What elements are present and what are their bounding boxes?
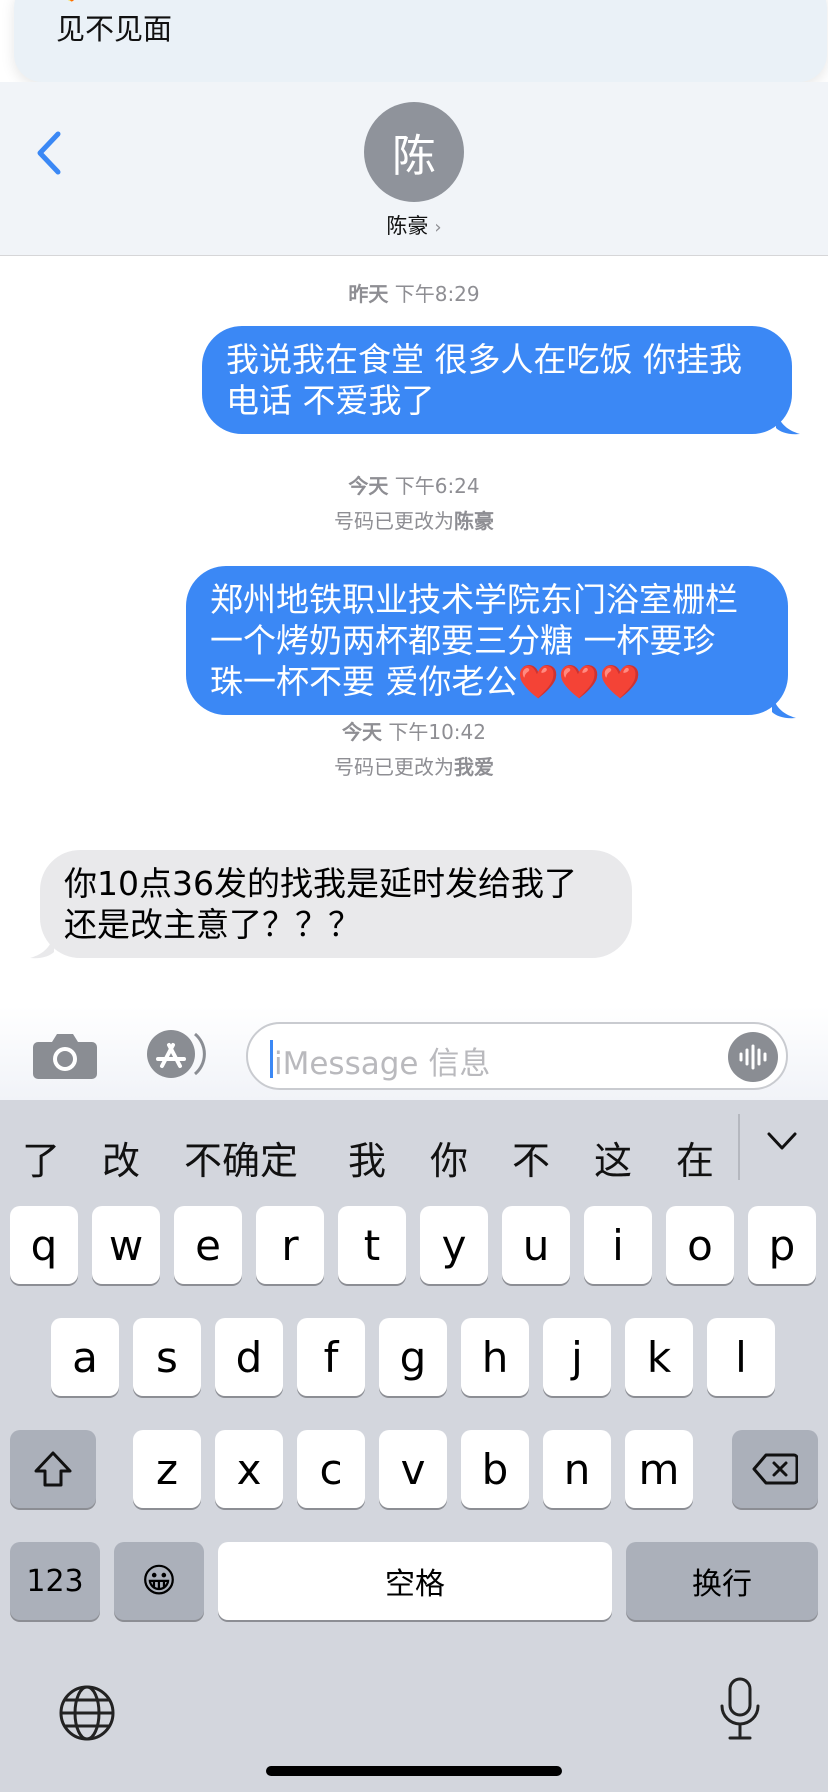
candidate-word[interactable]: 你 [430,1130,468,1185]
contact-name: 陈豪 [386,214,429,238]
outgoing-bubble-tail [772,692,796,719]
key-d[interactable]: d [215,1318,283,1396]
message-thread[interactable]: 昨天 下午8:29 我说我在食堂 很多人在吃饭 你挂我 电话 不爱我了 今天 下… [0,256,828,1006]
screen: ❤️‍🔥 见不见面 陈 陈豪› 昨天 下午8:29 我说我在食堂 很多人在吃饭 … [0,0,828,1792]
candidate-word[interactable]: 改 [102,1130,140,1185]
candidate-word[interactable]: 不确定 [184,1130,298,1185]
outgoing-bubble-tail [776,408,800,435]
numbers-key[interactable]: 123 [10,1542,100,1620]
microphone-icon[interactable] [716,1676,764,1742]
key-q[interactable]: q [10,1206,78,1284]
incoming-bubble-tail [30,932,54,959]
key-o[interactable]: o [666,1206,734,1284]
key-b[interactable]: b [461,1430,529,1508]
globe-icon[interactable] [58,1684,116,1742]
contact-name-button[interactable]: 陈豪 › [0,210,828,240]
input-bar: iMessage 信息 [0,1006,828,1100]
message-input[interactable]: iMessage 信息 [246,1022,788,1090]
candidate-word[interactable]: 在 [676,1130,714,1185]
key-r[interactable]: r [256,1206,324,1284]
timestamp: 今天 下午10:42 [342,720,486,744]
delete-key[interactable] [732,1430,818,1508]
key-i[interactable]: i [584,1206,652,1284]
chevron-right-icon: › [434,217,442,238]
avatar-initial: 陈 [392,131,436,182]
shift-key[interactable] [10,1430,96,1508]
key-e[interactable]: e [174,1206,242,1284]
message-line: 珠一杯不要 爱你老公❤️❤️❤️ [210,662,641,701]
notification-banner[interactable]: ❤️‍🔥 见不见面 [14,0,827,82]
message-line: 你10点36发的找我是延时发给我了 [64,864,577,903]
outgoing-message[interactable]: 郑州地铁职业技术学院东门浴室栅栏 一个烤奶两杯都要三分糖 一杯要珍 珠一杯不要 … [186,566,788,715]
key-k[interactable]: k [625,1318,693,1396]
key-s[interactable]: s [133,1318,201,1396]
key-m[interactable]: m [625,1430,693,1508]
keyboard: 了 改 不确定 我 你 不 这 在 q w e r t y u i o p a … [0,1100,828,1792]
key-t[interactable]: t [338,1206,406,1284]
shift-arrow-icon [34,1451,72,1487]
candidate-divider [738,1114,740,1180]
backspace-icon [752,1453,798,1485]
emoji-key[interactable]: 😀 [114,1542,204,1620]
message-line: 电话 不爱我了 [226,381,435,420]
candidate-bar: 了 改 不确定 我 你 不 这 在 [0,1100,828,1198]
key-j[interactable]: j [543,1318,611,1396]
return-key[interactable]: 换行 [626,1542,818,1620]
key-a[interactable]: a [51,1318,119,1396]
key-p[interactable]: p [748,1206,816,1284]
banner-text: 见不见面 [56,12,173,46]
key-n[interactable]: n [543,1430,611,1508]
camera-icon[interactable] [32,1030,98,1080]
key-h[interactable]: h [461,1318,529,1396]
candidate-word[interactable]: 我 [348,1130,386,1185]
timestamp: 今天 下午6:24 [348,474,480,498]
outgoing-message[interactable]: 我说我在食堂 很多人在吃饭 你挂我 电话 不爱我了 [202,326,792,434]
message-line: 我说我在食堂 很多人在吃饭 你挂我 [226,340,742,379]
key-x[interactable]: x [215,1430,283,1508]
message-line: 还是改主意了？？？ [64,905,361,944]
key-f[interactable]: f [297,1318,365,1396]
candidate-word[interactable]: 了 [22,1130,60,1185]
incoming-message[interactable]: 你10点36发的找我是延时发给我了 还是改主意了？？？ [40,850,632,958]
audio-waveform-icon[interactable] [728,1032,778,1082]
key-z[interactable]: z [133,1430,201,1508]
candidate-word[interactable]: 这 [594,1130,632,1185]
text-caret [270,1040,273,1078]
key-g[interactable]: g [379,1318,447,1396]
timestamp: 昨天 下午8:29 [348,282,480,306]
system-note: 号码已更改为我爱 [334,755,494,779]
smiley-icon: 😀 [141,1561,177,1601]
chevron-down-icon[interactable] [765,1130,799,1154]
conversation-header: 陈 陈豪 › [0,82,828,256]
key-y[interactable]: y [420,1206,488,1284]
heart-on-fire-icon: ❤️‍🔥 [58,0,85,2]
space-key[interactable]: 空格 [218,1542,612,1620]
key-w[interactable]: w [92,1206,160,1284]
candidate-word[interactable]: 不 [512,1130,550,1185]
system-note: 号码已更改为陈豪 [334,509,494,533]
chevron-left-icon[interactable] [30,126,66,180]
avatar[interactable]: 陈 [364,102,464,202]
key-l[interactable]: l [707,1318,775,1396]
key-c[interactable]: c [297,1430,365,1508]
message-placeholder: iMessage 信息 [274,1046,491,1082]
app-store-icon[interactable] [140,1028,212,1080]
key-v[interactable]: v [379,1430,447,1508]
message-line: 郑州地铁职业技术学院东门浴室栅栏 [210,580,738,619]
message-line: 一个烤奶两杯都要三分糖 一杯要珍 [210,621,716,660]
home-indicator[interactable] [266,1766,562,1776]
key-u[interactable]: u [502,1206,570,1284]
